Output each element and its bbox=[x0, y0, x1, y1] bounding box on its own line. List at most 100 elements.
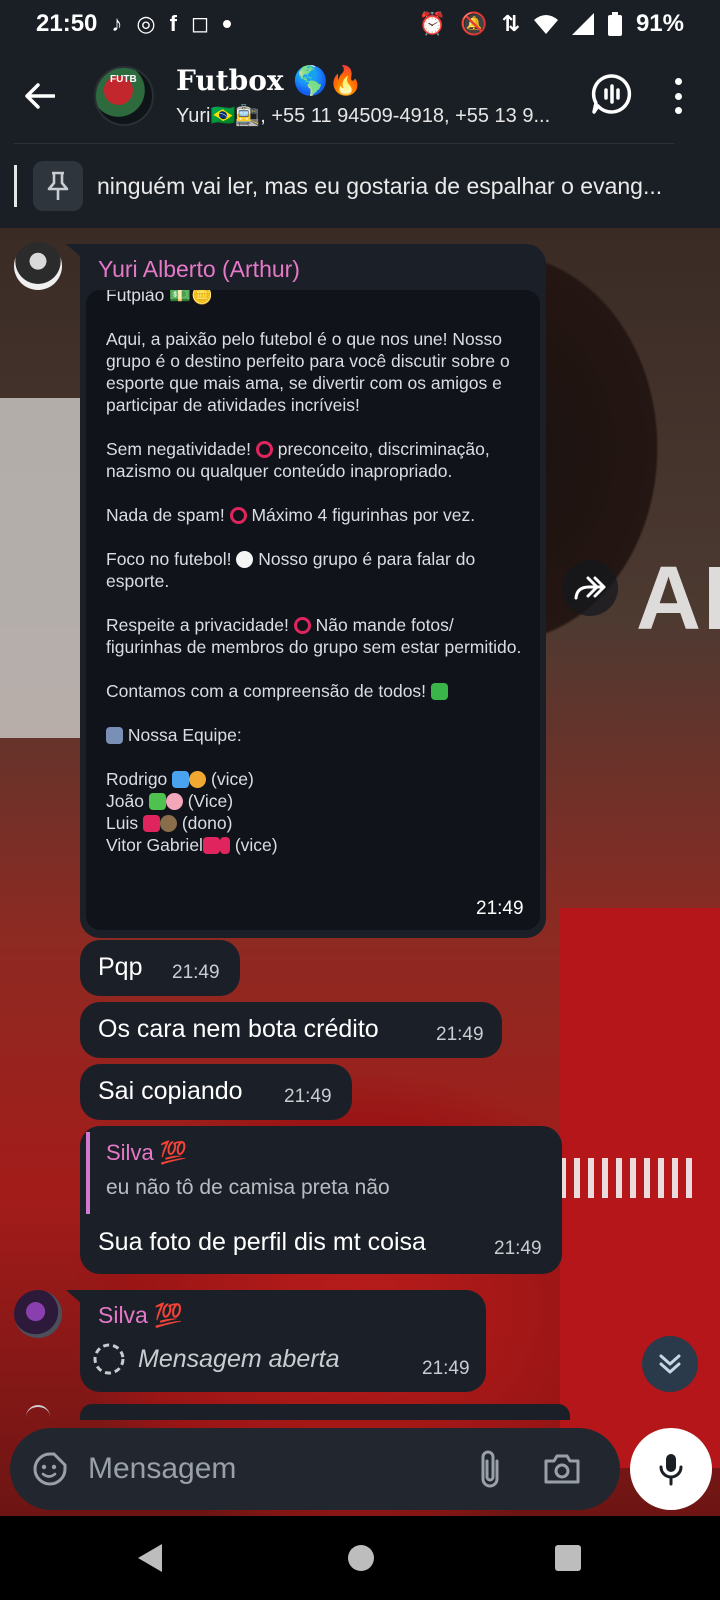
instagram-icon: ◻ bbox=[190, 11, 210, 36]
voice-chat-icon bbox=[591, 74, 632, 114]
message-bubble[interactable]: Os cara nem bota crédito 21:49 bbox=[80, 1002, 502, 1058]
message-composer bbox=[10, 1428, 620, 1510]
rules-intro: Aqui, a paixão pelo futebol é o que nos … bbox=[106, 329, 510, 415]
rules-closing: Contamos com a compreensão de todos! bbox=[106, 680, 526, 702]
scroll-to-bottom-button[interactable] bbox=[642, 1336, 698, 1392]
pinned-text: ninguém vai ler, mas eu gostaria de espa… bbox=[97, 172, 663, 199]
camera-button[interactable] bbox=[540, 1447, 584, 1491]
battery-percent: 91% bbox=[635, 10, 684, 37]
message-bubble[interactable]: Pqp 21:49 bbox=[80, 940, 240, 996]
alarm-icon: ⏰ bbox=[418, 11, 447, 36]
sender-name[interactable]: Yuri Alberto (Arthur) bbox=[98, 256, 300, 283]
team-title: Nossa Equipe: bbox=[106, 724, 526, 746]
tiktok-icon: ♪ bbox=[111, 11, 123, 36]
microphone-icon bbox=[659, 1454, 683, 1486]
voice-record-button[interactable] bbox=[630, 1428, 712, 1510]
lollipop-icon bbox=[219, 837, 230, 854]
status-time: 21:50 bbox=[36, 10, 98, 37]
avatar[interactable] bbox=[14, 242, 62, 290]
group-info[interactable]: Futbox 🌎🔥 Yuri🇧🇷🚉, +55 11 94509-4918, +5… bbox=[176, 64, 556, 128]
forward-arrow-icon bbox=[574, 576, 606, 600]
message-bubble[interactable]: Sai copiando 21:49 bbox=[80, 1064, 352, 1120]
voice-chat-button[interactable] bbox=[590, 72, 634, 116]
group-avatar[interactable]: FUTB bbox=[94, 66, 154, 126]
camera-icon bbox=[544, 1454, 580, 1484]
lion-icon bbox=[189, 771, 207, 788]
message-time: 21:49 bbox=[422, 1358, 470, 1379]
check-mark-icon bbox=[430, 683, 448, 700]
pinned-message-bar[interactable]: ninguém vai ler, mas eu gostaria de espa… bbox=[0, 144, 720, 228]
avatar-label: FUTB bbox=[110, 74, 137, 85]
message-text: Pqp bbox=[98, 953, 143, 981]
message-text: Sua foto de perfil dis mt coisa bbox=[98, 1228, 426, 1256]
red-heart-icon bbox=[202, 837, 220, 854]
status-bar: 21:50 ♪ ◎ f ◻ ⏰ 🔕 ⇅ 91% bbox=[0, 0, 720, 48]
view-once-opened-icon bbox=[93, 1343, 125, 1375]
emoji-button[interactable] bbox=[30, 1449, 70, 1489]
rule-item: Respeite a privacidade! Não mande fotos/… bbox=[106, 615, 522, 657]
people-icon bbox=[106, 727, 123, 744]
team-member: Vitor Gabriel (vice) bbox=[106, 835, 278, 855]
pin-icon bbox=[33, 161, 83, 211]
quote-text: eu não tô de camisa preta não bbox=[106, 1176, 390, 1199]
group-name: Futbox 🌎🔥 bbox=[176, 64, 364, 97]
wallpaper-stripes bbox=[560, 1158, 700, 1198]
signal-icon bbox=[571, 13, 594, 35]
no-entry-icon bbox=[229, 507, 247, 524]
message-text: Sai copiando bbox=[98, 1077, 243, 1105]
avatar[interactable] bbox=[14, 1290, 62, 1338]
nav-home-button[interactable] bbox=[348, 1545, 374, 1571]
team-member: Luis (dono) bbox=[106, 813, 233, 833]
group-members: Yuri🇧🇷🚉, +55 11 94509-4918, +55 13 9... bbox=[176, 105, 551, 127]
rules-text: Futpião 💵🪙 Aqui, a paixão pelo futebol é… bbox=[106, 290, 526, 856]
no-entry-icon bbox=[293, 617, 311, 634]
soccer-ball-icon bbox=[236, 551, 254, 568]
data-arrows-icon: ⇅ bbox=[501, 11, 520, 36]
paperclip-icon bbox=[481, 1450, 499, 1488]
message-time: 21:49 bbox=[494, 1238, 542, 1259]
message-bubble[interactable] bbox=[80, 1404, 570, 1420]
more-options-button[interactable] bbox=[672, 78, 684, 114]
whatsapp-icon: ◎ bbox=[136, 11, 156, 36]
message-text: Os cara nem bota crédito bbox=[98, 1015, 379, 1043]
arrow-left-icon bbox=[25, 83, 55, 109]
nav-back-button[interactable] bbox=[138, 1544, 162, 1572]
view-once-indicator: Mensagem aberta bbox=[92, 1342, 340, 1376]
double-chevron-down-icon bbox=[659, 1354, 681, 1374]
team-member: João (Vice) bbox=[106, 791, 234, 811]
red-heart-icon bbox=[142, 815, 160, 832]
pig-icon bbox=[165, 793, 183, 810]
dot-icon bbox=[223, 20, 232, 28]
sender-name[interactable]: Silva 💯 bbox=[98, 1302, 183, 1329]
message-input[interactable] bbox=[88, 1449, 458, 1489]
pin-indicator bbox=[14, 165, 17, 207]
green-heart-icon bbox=[148, 793, 166, 810]
message-bubble[interactable]: Silva 💯 Mensagem aberta 21:49 bbox=[80, 1290, 486, 1392]
emoji-sticker-icon bbox=[33, 1452, 67, 1486]
rule-item: Nada de spam! Máximo 4 figurinhas por ve… bbox=[106, 505, 476, 525]
attach-button[interactable] bbox=[470, 1447, 510, 1491]
message-time: 21:49 bbox=[284, 1086, 332, 1107]
blue-heart-icon bbox=[172, 771, 190, 788]
rule-item: Foco no futebol! Nosso grupo é para fala… bbox=[106, 549, 476, 591]
team-list: Rodrigo (vice) João (Vice) Luis (dono) V… bbox=[106, 768, 526, 856]
message-time: 21:49 bbox=[476, 898, 524, 919]
quote-sender: Silva 💯 bbox=[106, 1140, 188, 1165]
team-member: Rodrigo (vice) bbox=[106, 769, 254, 789]
back-button[interactable] bbox=[0, 48, 80, 144]
message-time: 21:49 bbox=[172, 962, 220, 983]
wifi-icon bbox=[533, 15, 558, 34]
rules-cut-line: Futpião 💵🪙 bbox=[106, 290, 213, 305]
dog-icon bbox=[159, 815, 177, 832]
chat-header: FUTB Futbox 🌎🔥 Yuri🇧🇷🚉, +55 11 94509-491… bbox=[0, 48, 720, 144]
wallpaper-text: AI bbox=[636, 549, 720, 649]
rules-message-card[interactable]: Futpião 💵🪙 Aqui, a paixão pelo futebol é… bbox=[86, 290, 540, 930]
facebook-icon: f bbox=[169, 11, 177, 36]
message-time: 21:49 bbox=[436, 1024, 484, 1045]
forward-button[interactable] bbox=[562, 560, 618, 616]
reply-quote[interactable]: Silva 💯 eu não tô de camisa preta não bbox=[86, 1132, 550, 1214]
system-navigation-bar bbox=[0, 1516, 720, 1600]
mute-icon: 🔕 bbox=[460, 11, 488, 36]
nav-recents-button[interactable] bbox=[555, 1545, 581, 1571]
no-entry-icon bbox=[255, 441, 273, 458]
